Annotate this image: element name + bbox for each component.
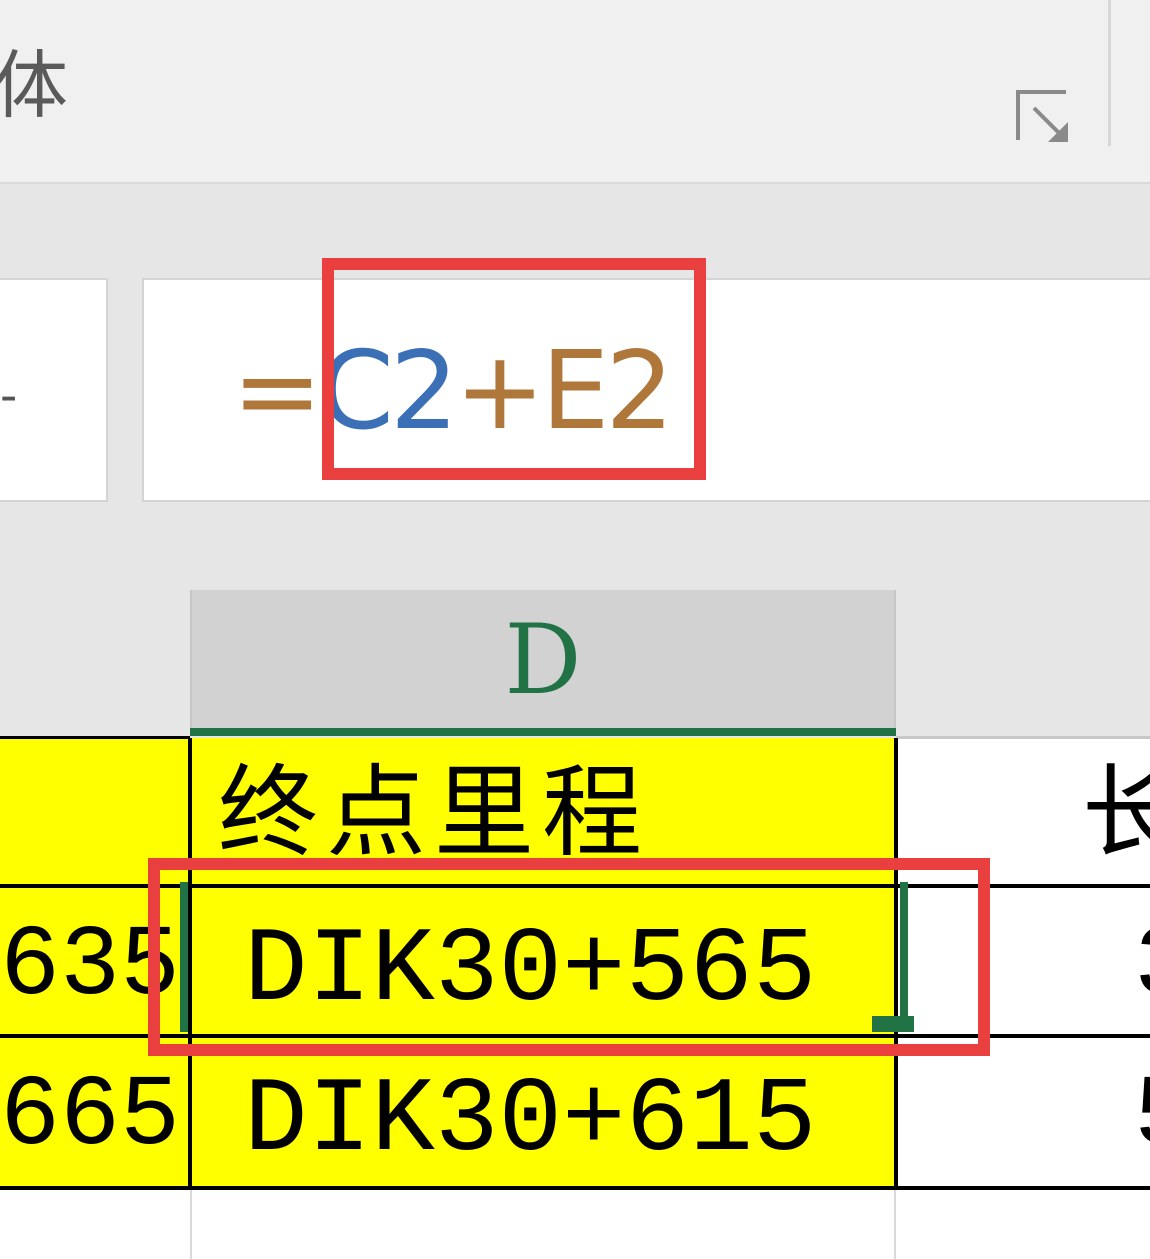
gridline-light bbox=[894, 1190, 896, 1259]
formula-highlight-box bbox=[322, 258, 706, 480]
cell-e2-text: 3 bbox=[1134, 911, 1150, 1024]
gridline-light bbox=[190, 1190, 192, 1259]
cell-c3-text: 665 bbox=[0, 1061, 181, 1174]
cell-d3[interactable]: DIK30+615 bbox=[190, 1038, 896, 1186]
gridline bbox=[0, 1186, 1150, 1190]
column-d-selected-underline bbox=[190, 728, 896, 736]
cell-e3[interactable]: 5 bbox=[896, 1038, 1150, 1186]
gridline bbox=[0, 736, 190, 739]
row-4[interactable] bbox=[0, 1190, 1150, 1259]
cell-e3-text: 5 bbox=[1134, 1061, 1150, 1174]
name-box-text: - bbox=[0, 368, 18, 424]
font-group-label: 体 bbox=[0, 43, 68, 129]
dialog-launcher-icon[interactable] bbox=[1014, 88, 1076, 150]
ribbon-divider bbox=[1108, 0, 1111, 146]
column-header-d[interactable]: D bbox=[190, 590, 896, 732]
cell-d3-text: DIK30+615 bbox=[244, 1061, 817, 1181]
cell-e1-text: 长 bbox=[1082, 754, 1150, 871]
cell-d1-text: 终点里程 bbox=[218, 754, 650, 871]
gridline bbox=[896, 736, 1150, 739]
ribbon bbox=[0, 0, 1150, 182]
cell-highlight-box bbox=[148, 858, 990, 1056]
cell-c3[interactable]: 665 bbox=[0, 1038, 190, 1186]
formula-equals: = bbox=[232, 329, 322, 454]
